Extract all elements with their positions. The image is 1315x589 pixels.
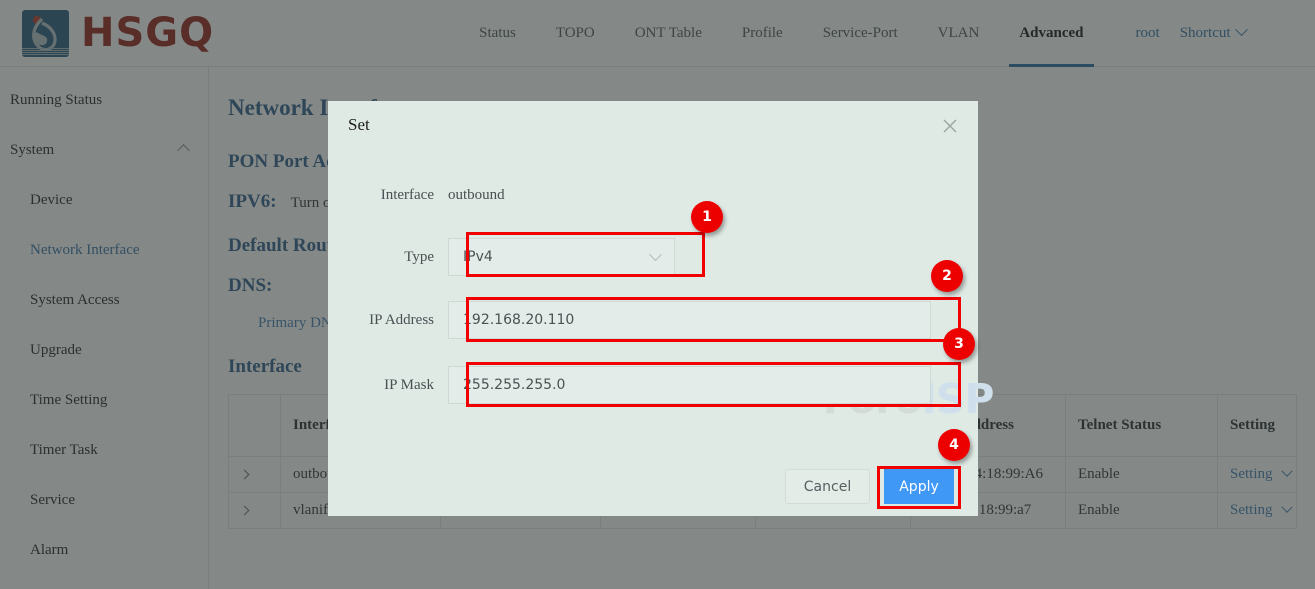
- ip-address-value: 192.168.20.110: [463, 312, 574, 328]
- set-interface-dialog: Set ForoISP Interface outbound Type IPv4…: [328, 101, 978, 516]
- field-row-ip-mask: IP Mask 255.255.255.0: [328, 366, 931, 404]
- chevron-down-icon[interactable]: [649, 248, 662, 261]
- app-page: HSGQ Status TOPO ONT Table Profile Servi…: [0, 0, 1315, 589]
- ip-address-label: IP Address: [328, 312, 448, 329]
- type-select-value: IPv4: [463, 249, 493, 265]
- annotation-badge-4: 4: [938, 429, 970, 461]
- annotation-badge-3: 3: [943, 328, 975, 360]
- annotation-badge-1: 1: [691, 201, 723, 233]
- interface-value: outbound: [448, 187, 505, 204]
- apply-button[interactable]: Apply: [884, 469, 954, 504]
- field-row-ip-address: IP Address 192.168.20.110: [328, 301, 931, 339]
- close-icon[interactable]: [939, 115, 961, 137]
- field-row-type: Type IPv4: [328, 238, 675, 276]
- ip-mask-value: 255.255.255.0: [463, 377, 565, 393]
- cancel-button[interactable]: Cancel: [785, 469, 870, 504]
- type-label: Type: [328, 249, 448, 266]
- ip-mask-input[interactable]: 255.255.255.0: [448, 366, 931, 404]
- ip-mask-label: IP Mask: [328, 377, 448, 394]
- dialog-title: Set: [348, 115, 370, 135]
- interface-label: Interface: [328, 187, 448, 204]
- type-select[interactable]: IPv4: [448, 238, 675, 276]
- field-row-interface: Interface outbound: [328, 187, 505, 204]
- annotation-badge-2: 2: [931, 260, 963, 292]
- ip-address-input[interactable]: 192.168.20.110: [448, 301, 931, 339]
